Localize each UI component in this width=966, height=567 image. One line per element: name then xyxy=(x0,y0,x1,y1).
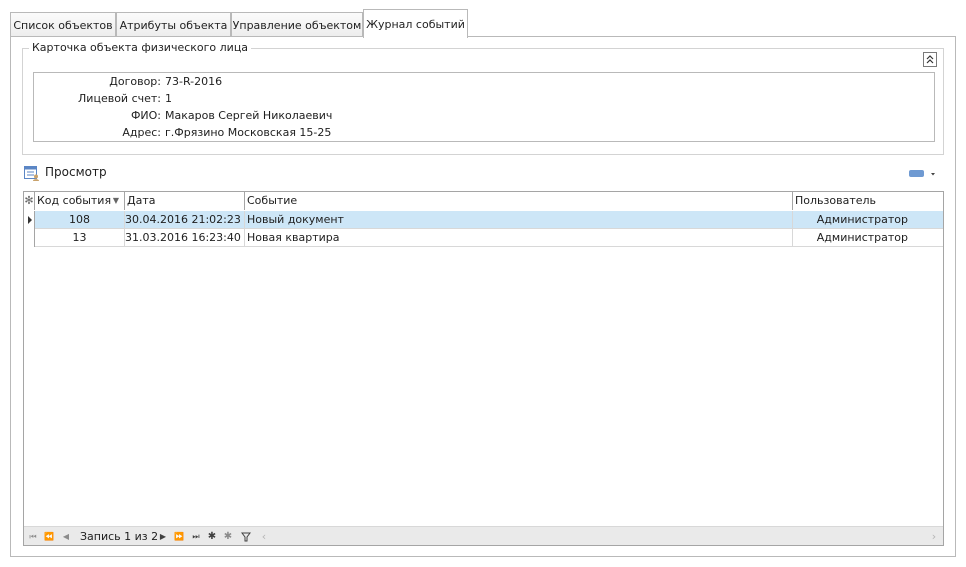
cell-user[interactable]: Администратор xyxy=(793,229,943,247)
field-value: Макаров Сергей Николаевич xyxy=(165,109,333,122)
view-title: Просмотр xyxy=(45,165,107,179)
append-record-icon[interactable]: ✱ xyxy=(206,529,218,544)
cell-event[interactable]: Новый документ xyxy=(245,211,793,229)
field-full-name: ФИО: Макаров Сергей Николаевич xyxy=(34,109,434,125)
row-indicator xyxy=(24,211,35,229)
field-account: Лицевой счет: 1 xyxy=(34,92,434,108)
field-contract: Договор: 73-R-2016 xyxy=(34,75,434,91)
scroll-left-icon[interactable]: ‹ xyxy=(258,529,270,544)
record-counter: Запись 1 из 2 xyxy=(80,530,159,543)
tab-object-list[interactable]: Список объектов xyxy=(10,12,116,38)
group-title: Карточка объекта физического лица xyxy=(29,41,252,54)
field-label: Адрес: xyxy=(122,126,161,139)
grid-header: ✻ Код события ▼ Дата Событие Пользовател… xyxy=(24,192,943,210)
previous-record-icon[interactable]: ◀ xyxy=(60,529,72,544)
object-card-group: Карточка объекта физического лица Догово… xyxy=(22,41,944,155)
column-header-event[interactable]: Событие xyxy=(245,192,793,210)
delete-record-icon[interactable]: ✱ xyxy=(222,529,234,544)
cell-event[interactable]: Новая квартира xyxy=(245,229,793,247)
field-value: г.Фрязино Московская 15-25 xyxy=(165,126,332,139)
field-value: 1 xyxy=(165,92,172,105)
row-indicator xyxy=(24,229,35,247)
field-value: 73-R-2016 xyxy=(165,75,223,88)
tab-object-attributes[interactable]: Атрибуты объекта xyxy=(116,12,231,38)
tab-page-event-log: Карточка объекта физического лица Догово… xyxy=(10,36,956,557)
cell-date[interactable]: 30.04.2016 21:02:23 xyxy=(125,211,245,229)
cell-code[interactable]: 108 xyxy=(35,211,125,229)
field-address: Адрес: г.Фрязино Московская 15-25 xyxy=(34,126,434,142)
tab-object-management[interactable]: Управление объектом xyxy=(231,12,363,38)
cell-user[interactable]: Администратор xyxy=(793,211,943,229)
table-view-icon xyxy=(24,165,40,181)
field-label: Договор: xyxy=(109,75,161,88)
last-page-icon[interactable]: ⏭ xyxy=(190,529,202,544)
data-navigator: ⏮ ⏪ ◀ Запись 1 из 2 ▶ ⏩ ⏭ ✱ ✱ ‹ › xyxy=(24,526,943,545)
first-page-icon[interactable]: ⏮ xyxy=(27,529,39,544)
tab-event-log[interactable]: Журнал событий xyxy=(363,9,468,38)
column-header-user[interactable]: Пользователь xyxy=(793,192,943,210)
double-chevron-up-icon[interactable] xyxy=(923,52,937,67)
column-header-label: Код события xyxy=(37,194,112,207)
layout-options-icon[interactable] xyxy=(908,168,940,180)
next-page-icon[interactable]: ⏩ xyxy=(173,529,185,544)
table-row[interactable]: 108 30.04.2016 21:02:23 Новый документ А… xyxy=(24,211,943,229)
table-row[interactable]: 13 31.03.2016 16:23:40 Новая квартира Ад… xyxy=(24,229,943,247)
object-card-box: Договор: 73-R-2016 Лицевой счет: 1 ФИО: … xyxy=(33,72,935,142)
cell-date[interactable]: 31.03.2016 16:23:40 xyxy=(125,229,245,247)
next-record-icon[interactable]: ▶ xyxy=(157,529,169,544)
field-label: ФИО: xyxy=(130,109,161,122)
field-label: Лицевой счет: xyxy=(78,92,161,105)
scroll-right-icon[interactable]: › xyxy=(928,529,940,544)
filter-icon[interactable] xyxy=(240,529,252,544)
cell-code[interactable]: 13 xyxy=(35,229,125,247)
column-header-code[interactable]: Код события ▼ xyxy=(35,192,125,210)
previous-page-icon[interactable]: ⏪ xyxy=(43,529,55,544)
row-indicator-header: ✻ xyxy=(24,192,35,210)
events-grid: ✻ Код события ▼ Дата Событие Пользовател… xyxy=(23,191,944,546)
column-header-date[interactable]: Дата xyxy=(125,192,245,210)
sort-descending-icon: ▼ xyxy=(112,196,119,205)
